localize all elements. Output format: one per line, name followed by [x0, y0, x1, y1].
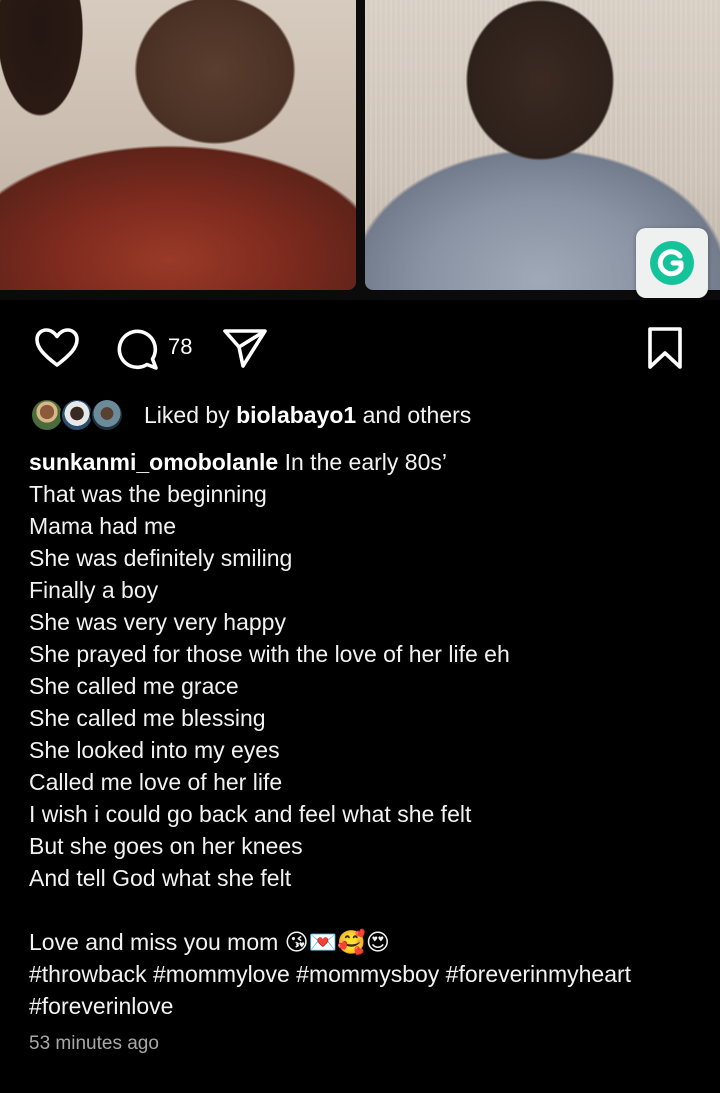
avatar: [30, 398, 64, 432]
liked-by-user[interactable]: biolabayo1: [236, 402, 356, 428]
post-timestamp: 53 minutes ago: [29, 1033, 159, 1054]
action-bar: 78: [0, 318, 720, 374]
caption-text: In the early 80s’: [284, 449, 447, 475]
liked-by-suffix[interactable]: and others: [363, 402, 472, 428]
caption-line: Mama had me: [29, 513, 177, 539]
caption-hashtags[interactable]: #throwback #mommylove #mommysboy #foreve…: [29, 958, 699, 1022]
caption-line: Finally a boy: [29, 577, 159, 603]
grammarly-logo: [650, 241, 694, 285]
send-icon[interactable]: [220, 326, 270, 370]
caption-line: She called me blessing: [29, 705, 266, 731]
avatar: [60, 398, 94, 432]
liker-avatars: [30, 396, 130, 434]
comment-count: 78: [168, 334, 193, 359]
caption-line: I wish i could go back and feel what she…: [29, 801, 472, 827]
caption-first-line: sunkanmi_omobolanle In the early 80s’: [29, 446, 699, 478]
caption-line: And tell God what she felt: [29, 865, 292, 891]
bookmark-icon[interactable]: [644, 325, 686, 371]
avatar: [90, 398, 124, 432]
caption-line: Called me love of her life: [29, 769, 283, 795]
photo-mother[interactable]: [0, 0, 356, 290]
caption-line: That was the beginning: [29, 481, 267, 507]
caption-line: She was very very happy: [29, 609, 286, 635]
liked-by-prefix: Liked by: [144, 401, 230, 428]
heart-icon[interactable]: [33, 326, 81, 370]
caption-line: She looked into my eyes: [29, 737, 280, 763]
grammarly-g-icon[interactable]: [636, 228, 708, 298]
caption-username[interactable]: sunkanmi_omobolanle: [29, 449, 278, 475]
post-carousel[interactable]: [0, 0, 720, 300]
comment-icon[interactable]: [113, 326, 161, 370]
liked-by-row[interactable]: Liked by biolabayo1 and others: [30, 395, 471, 435]
caption-line: She called me grace: [29, 673, 239, 699]
caption-closing: Love and miss you mom 😘💌🥰😍: [29, 929, 390, 955]
caption-line: But she goes on her knees: [29, 833, 303, 859]
caption-line: She was definitely smiling: [29, 545, 293, 571]
liked-by-text: Liked by biolabayo1 and others: [144, 402, 471, 429]
caption-line: She prayed for those with the love of he…: [29, 641, 510, 667]
post-caption: sunkanmi_omobolanle In the early 80s’ Th…: [29, 446, 699, 1022]
